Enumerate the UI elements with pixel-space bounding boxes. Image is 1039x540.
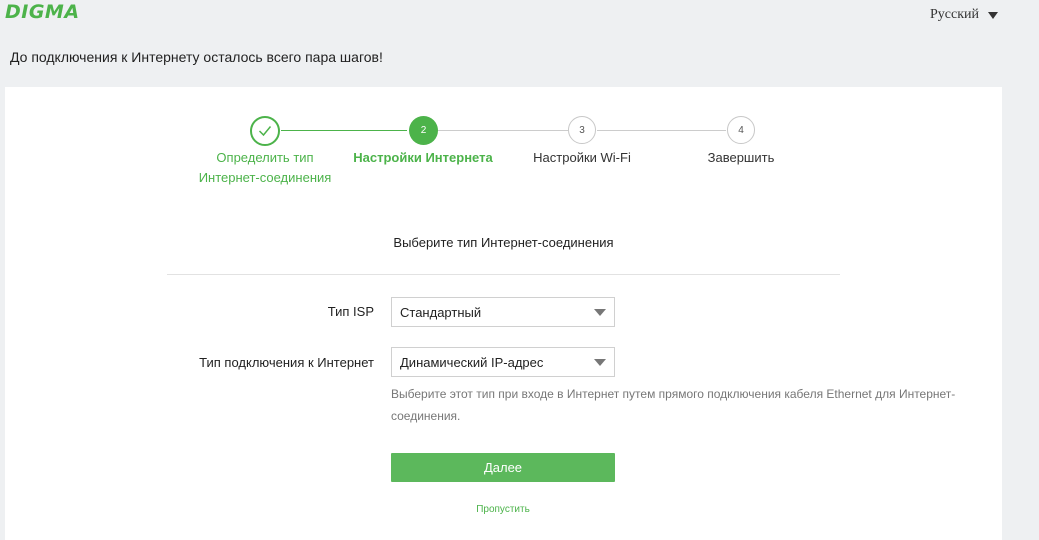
checkmark-icon bbox=[258, 126, 272, 137]
caret-down-icon bbox=[988, 11, 998, 19]
step-4-number: 4 bbox=[738, 124, 744, 136]
step-3-number: 3 bbox=[579, 124, 585, 136]
step-3-circle: 3 bbox=[568, 116, 596, 144]
language-selector[interactable]: Русский bbox=[930, 7, 998, 23]
step-2-circle: 2 bbox=[409, 116, 438, 145]
step-connector-3-4 bbox=[597, 130, 726, 131]
connection-type-value: Динамический IP-адрес bbox=[400, 354, 544, 370]
step-connector-2-3 bbox=[438, 130, 568, 131]
next-button[interactable]: Далее bbox=[391, 453, 615, 482]
step-2-number: 2 bbox=[420, 125, 427, 136]
step-3-label: Настройки Wi-Fi bbox=[502, 148, 662, 168]
step-1-circle bbox=[250, 116, 280, 146]
connection-type-label: Тип подключения к Интернет bbox=[199, 355, 374, 370]
language-label: Русский bbox=[930, 7, 979, 22]
step-3-label-line1: Настройки Wi-Fi bbox=[533, 150, 631, 165]
logo: DIGMA bbox=[5, 1, 80, 23]
step-1-label-line1: Определить тип bbox=[216, 150, 314, 165]
caret-down-icon bbox=[594, 309, 606, 316]
connection-type-hint: Выберите этот тип при входе в Интернет п… bbox=[391, 387, 956, 423]
step-4-label-line1: Завершить bbox=[707, 150, 775, 165]
divider bbox=[167, 274, 840, 275]
setup-card: Определить тип Интернет-соединения 2 Нас… bbox=[5, 87, 1002, 540]
step-1-label: Определить тип Интернет-соединения bbox=[185, 148, 345, 188]
connection-type-select[interactable]: Динамический IP-адрес bbox=[391, 347, 615, 377]
intro-message: До подключения к Интернету осталось всег… bbox=[10, 49, 383, 65]
isp-type-value: Стандартный bbox=[400, 304, 482, 320]
step-4-label: Завершить bbox=[661, 148, 821, 168]
caret-down-icon bbox=[594, 359, 606, 366]
section-title: Выберите тип Интернет-соединения bbox=[393, 235, 614, 250]
step-1-label-line2: Интернет-соединения bbox=[198, 170, 332, 185]
skip-link[interactable]: Пропустить bbox=[391, 504, 615, 515]
step-connector-1-2 bbox=[281, 130, 407, 131]
isp-type-label: Тип ISP bbox=[327, 304, 374, 319]
isp-type-select[interactable]: Стандартный bbox=[391, 297, 615, 327]
step-2-label: Настройки Интернета bbox=[343, 148, 503, 168]
step-4-circle: 4 bbox=[727, 116, 755, 144]
step-2-label-line1: Настройки Интернета bbox=[353, 150, 493, 165]
